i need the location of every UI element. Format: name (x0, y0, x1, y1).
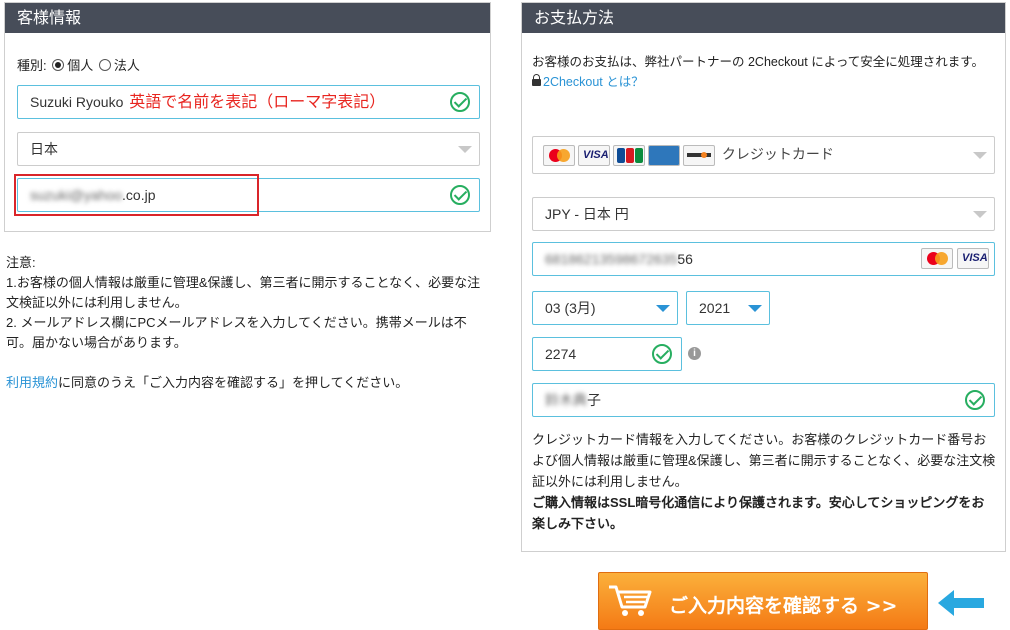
visa-icon: VISA (957, 248, 989, 269)
chevron-down-icon (656, 305, 670, 312)
country-value: 日本 (30, 141, 58, 157)
currency-select[interactable]: JPY - 日本 円 (532, 197, 995, 231)
visa-icon: VISA (578, 144, 610, 166)
info-icon[interactable]: i (688, 347, 701, 360)
card-description-text: クレジットカード情報を入力してください。お客様のクレジットカード番号および個人情… (532, 432, 996, 489)
payment-method-select[interactable]: VISA クレジットカード (532, 136, 995, 174)
card-holder-masked: 鈴木典 (545, 392, 587, 408)
expiry-year-select[interactable]: 2021 (686, 291, 770, 325)
notes-line-2: 2. メールアドレス欄にPCメールアドレスを入力してください。携帯メールは不可。… (6, 315, 467, 350)
chevron-down-icon (748, 305, 762, 312)
mastercard-icon (921, 248, 953, 269)
type-label: 種別: (17, 58, 47, 73)
currency-value: JPY - 日本 円 (545, 206, 629, 222)
card-number-masked: 68186213598672635 (545, 251, 678, 267)
payment-method-label: クレジットカード (721, 147, 834, 163)
mastercard-icon (543, 144, 575, 166)
jcb-icon (613, 144, 645, 166)
name-value: Suzuki Ryouko (30, 94, 124, 110)
notes-block: 注意: 1.お客様の個人情報は厳重に管理&保護し、第三者に開示することなく、必要… (6, 253, 492, 393)
card-number-input[interactable]: 6818621359867263556 VISA (532, 242, 995, 276)
expiry-month-value: 03 (3月) (545, 300, 596, 316)
payment-intro-text: お客様のお支払は、弊社パートナーの 2Checkout によって安全に処理されま… (532, 55, 984, 69)
card-holder-input[interactable]: 鈴木典子 (532, 383, 995, 417)
confirm-button[interactable]: ご入力内容を確認する >> (598, 572, 928, 630)
lock-icon (532, 74, 541, 86)
confirm-button-label: ご入力内容を確認する >> (669, 595, 898, 617)
payment-panel: お支払方法 お客様のお支払は、弊社パートナーの 2Checkout によって安全… (521, 2, 1006, 552)
card-description: クレジットカード情報を入力してください。お客様のクレジットカード番号および個人情… (532, 429, 997, 534)
country-select[interactable]: 日本 (17, 132, 480, 166)
card-holder-tail: 子 (587, 392, 601, 408)
notes-heading: 注意: (6, 255, 36, 270)
radio-corporate[interactable] (98, 59, 111, 71)
expiry-year-value: 2021 (699, 300, 731, 316)
chevron-down-icon (458, 146, 472, 153)
check-icon (652, 344, 672, 364)
cvv-input[interactable]: 2274 (532, 337, 682, 371)
name-input[interactable]: Suzuki Ryouko 英語で名前を表記（ローマ字表記） (17, 85, 480, 119)
check-icon (965, 390, 985, 410)
arrow-left-icon (938, 590, 984, 616)
type-individual-label[interactable]: 個人 (67, 58, 93, 73)
payment-intro: お客様のお支払は、弊社パートナーの 2Checkout によって安全に処理されま… (532, 52, 992, 92)
name-hint: 英語で名前を表記（ローマ字表記） (129, 92, 386, 111)
cvv-value: 2274 (545, 346, 577, 362)
chevron-down-icon (973, 211, 987, 218)
check-icon (450, 92, 470, 112)
cart-icon (609, 585, 652, 616)
chevron-down-icon (973, 152, 987, 159)
payment-title: お支払方法 (522, 3, 1005, 33)
amex-icon (648, 144, 680, 166)
about-2checkout-link[interactable]: 2Checkout とは？ (543, 75, 644, 89)
terms-link[interactable]: 利用規約 (6, 375, 58, 390)
ssl-note: ご購入情報はSSL暗号化通信により保護されます。安心してショッピングをお楽しみ下… (532, 495, 985, 531)
card-number-tail: 56 (677, 251, 693, 267)
check-icon (450, 185, 470, 205)
email-highlight-box (14, 174, 259, 216)
discover-icon (683, 144, 715, 166)
radio-individual[interactable] (52, 59, 65, 71)
type-corporate-label[interactable]: 法人 (114, 58, 140, 73)
terms-line: 利用規約に同意のうえ「ご入力内容を確認する」を押してください。 (6, 373, 492, 393)
expiry-month-select[interactable]: 03 (3月) (532, 291, 678, 325)
notes-line-1: 1.お客様の個人情報は厳重に管理&保護し、第三者に開示することなく、必要な注文検… (6, 275, 481, 310)
terms-text: に同意のうえ「ご入力内容を確認する」を押してください。 (58, 375, 409, 390)
customer-info-panel: 客様情報 種別: 個人 法人 Suzuki Ryouko 英語で名前を表記（ロー… (4, 2, 491, 232)
customer-info-title: 客様情報 (5, 3, 490, 33)
type-selector: 種別: 個人 法人 (17, 55, 140, 74)
